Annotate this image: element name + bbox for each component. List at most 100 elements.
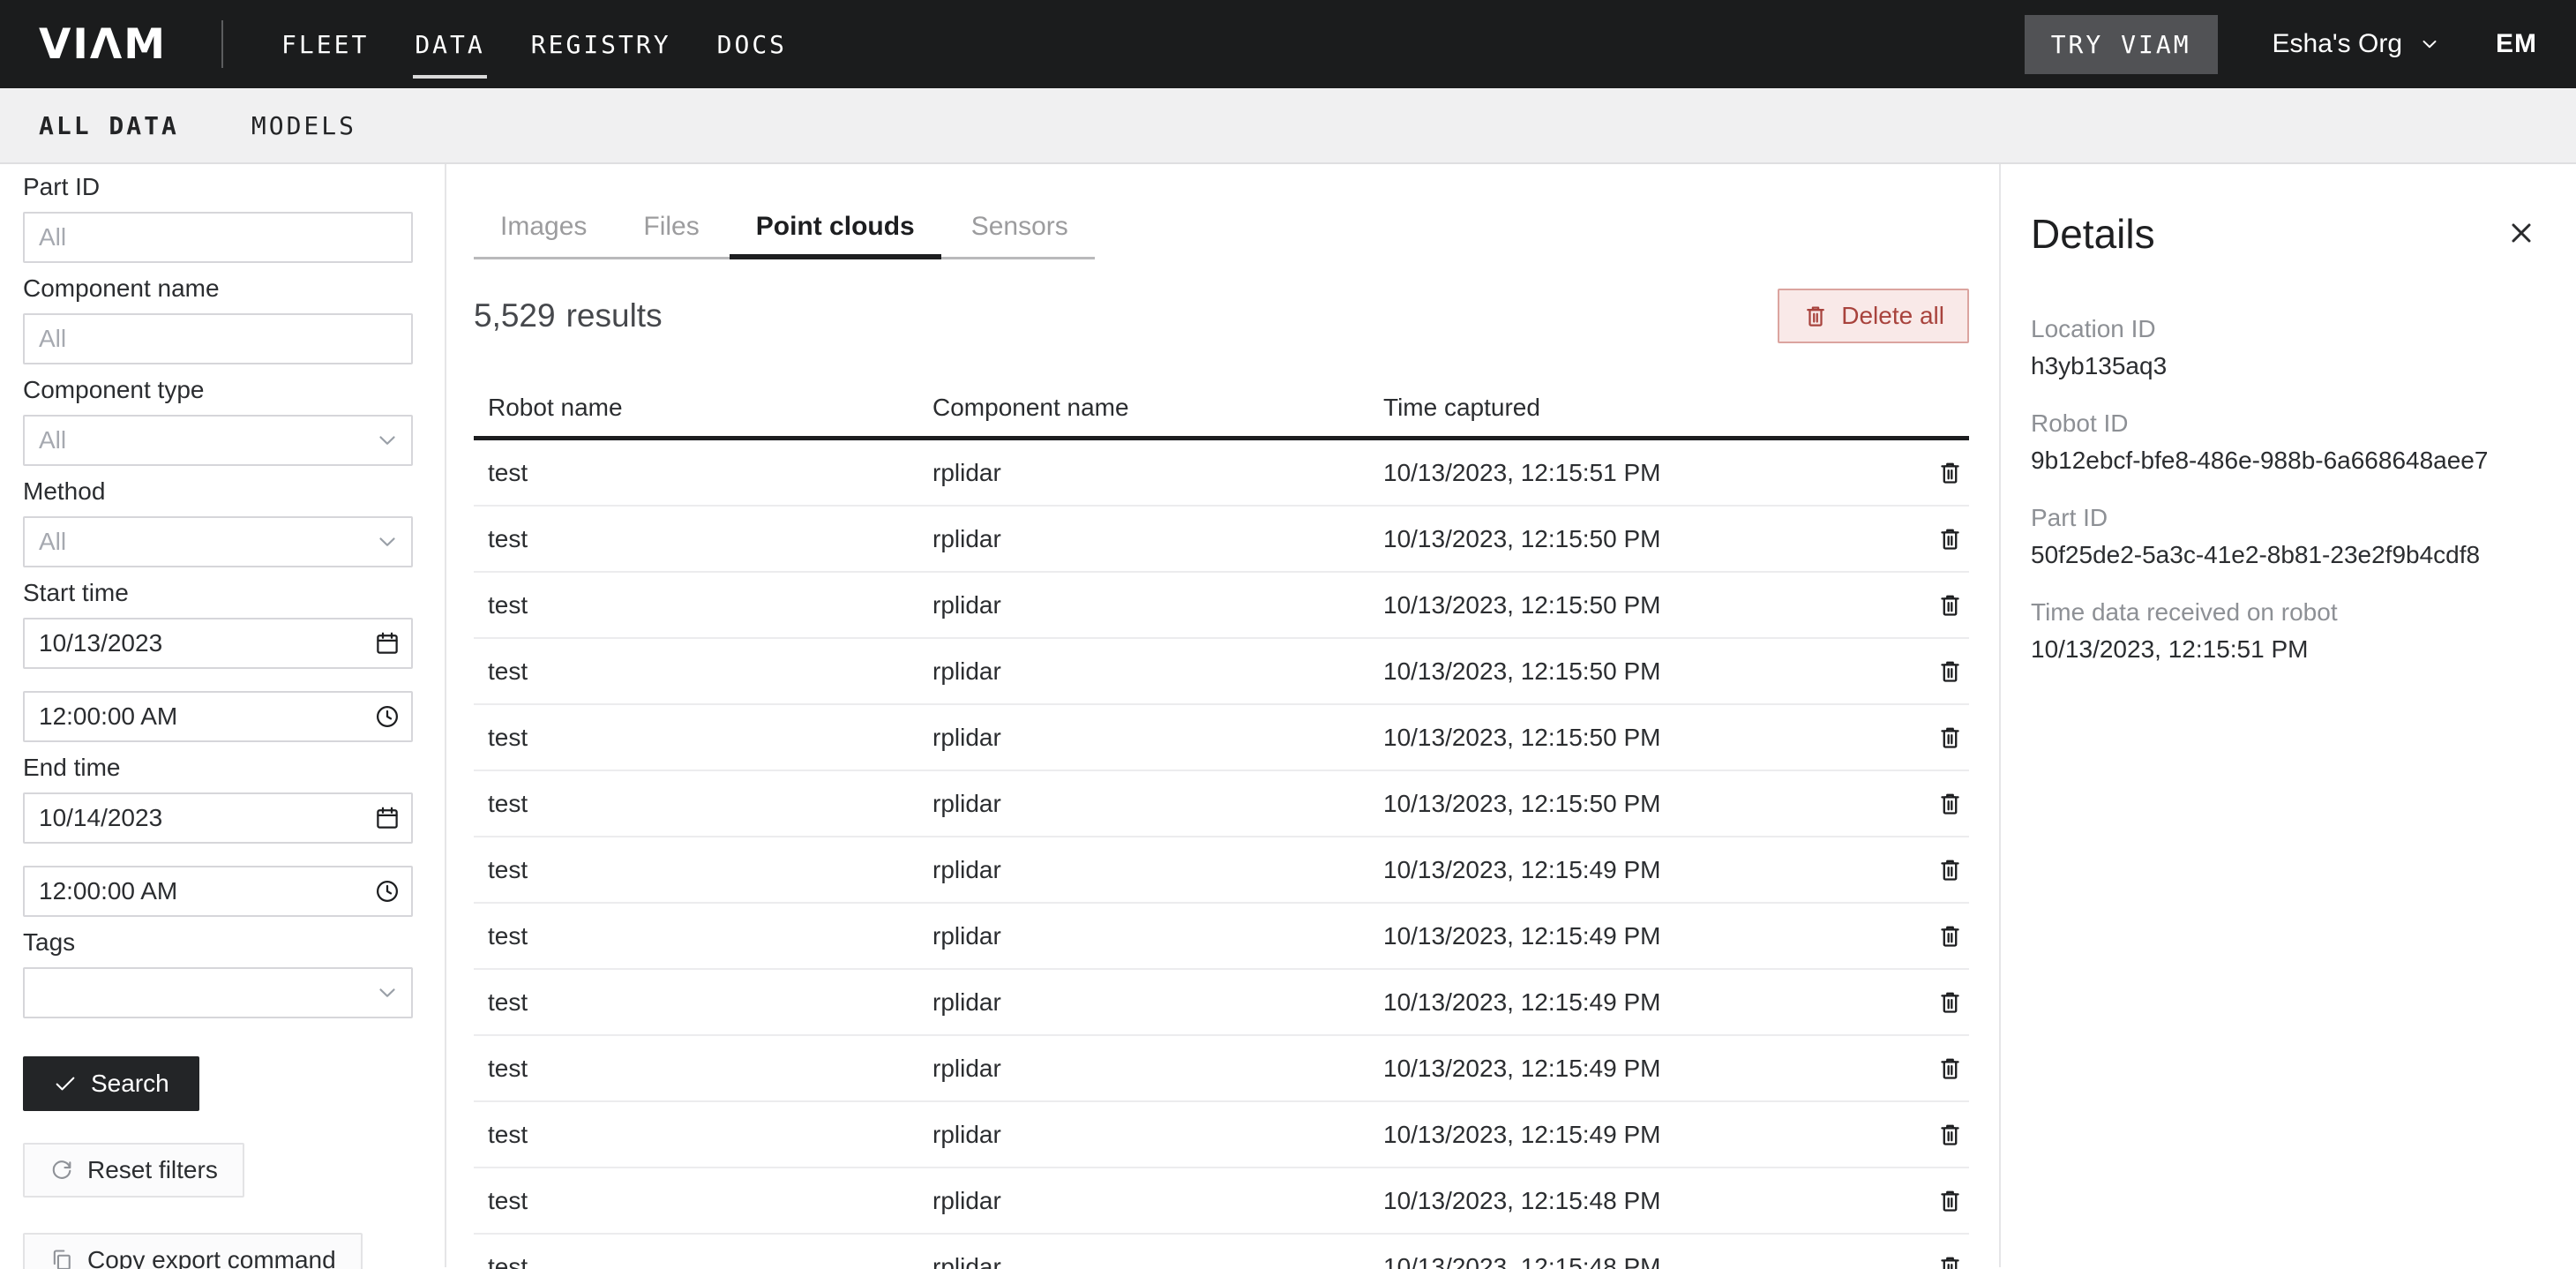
tab-sensors[interactable]: Sensors (945, 212, 1095, 257)
primary-nav: FLEET DATA REGISTRY DOCS (281, 30, 787, 59)
org-name: Esha's Org (2273, 29, 2402, 59)
method-label: Method (23, 477, 413, 506)
table-row[interactable]: test rplidar 10/13/2023, 12:15:50 PM (474, 573, 1969, 639)
cell-robot-name: test (488, 459, 932, 487)
component-name-label: Component name (23, 274, 413, 303)
delete-row-icon[interactable] (1936, 856, 1964, 883)
delete-row-icon[interactable] (1936, 1187, 1964, 1214)
detail-value: 10/13/2023, 12:15:51 PM (2031, 634, 2546, 665)
nav-item-fleet[interactable]: FLEET (281, 30, 369, 59)
tab-all-data[interactable]: ALL DATA (39, 111, 179, 140)
calendar-icon[interactable] (374, 805, 401, 831)
viam-logo[interactable]: VIΛM (39, 20, 167, 69)
table-row[interactable]: test rplidar 10/13/2023, 12:15:51 PM (474, 440, 1969, 507)
table-row[interactable]: test rplidar 10/13/2023, 12:15:49 PM (474, 970, 1969, 1036)
cell-component-name: rplidar (932, 459, 1383, 487)
cell-component-name: rplidar (932, 988, 1383, 1017)
end-time-input[interactable] (23, 866, 413, 917)
detail-time-received: Time data received on robot 10/13/2023, … (2031, 597, 2546, 665)
detail-value: 50f25de2-5a3c-41e2-8b81-23e2f9b4cdf8 (2031, 539, 2546, 571)
try-viam-button[interactable]: TRY VIAM (2025, 15, 2218, 74)
cell-robot-name: test (488, 1121, 932, 1149)
results-toolbar: 5,529 results Delete all (474, 289, 1969, 343)
tab-files[interactable]: Files (617, 212, 725, 257)
table-row[interactable]: test rplidar 10/13/2023, 12:15:49 PM (474, 1036, 1969, 1102)
delete-row-icon[interactable] (1936, 525, 1964, 552)
trash-icon (1802, 303, 1829, 329)
cell-time-captured: 10/13/2023, 12:15:49 PM (1383, 988, 1907, 1017)
close-icon (2505, 217, 2537, 249)
start-date-input[interactable] (23, 618, 413, 669)
delete-row-icon[interactable] (1936, 591, 1964, 619)
table-row[interactable]: test rplidar 10/13/2023, 12:15:49 PM (474, 837, 1969, 904)
results-label: results (566, 297, 663, 334)
clock-icon[interactable] (374, 703, 401, 730)
tab-models[interactable]: MODELS (251, 111, 356, 140)
filter-start-time: Start time (23, 579, 413, 742)
delete-all-button[interactable]: Delete all (1778, 289, 1969, 343)
point-clouds-table: Robot name Component name Time captured … (474, 370, 1969, 1269)
component-type-value: All (39, 426, 66, 454)
cell-robot-name: test (488, 1187, 932, 1215)
detail-robot-id: Robot ID 9b12ebcf-bfe8-486e-988b-6a66864… (2031, 409, 2546, 477)
method-select[interactable]: All (23, 516, 413, 567)
table-row[interactable]: test rplidar 10/13/2023, 12:15:48 PM (474, 1235, 1969, 1269)
cell-component-name: rplidar (932, 591, 1383, 619)
delete-row-icon[interactable] (1936, 1055, 1964, 1082)
nav-item-data[interactable]: DATA (415, 30, 484, 59)
cell-robot-name: test (488, 922, 932, 950)
tags-select[interactable] (23, 967, 413, 1018)
detail-label: Time data received on robot (2031, 597, 2546, 627)
col-time-captured: Time captured (1383, 394, 1907, 436)
component-type-select[interactable]: All (23, 415, 413, 466)
sub-nav: ALL DATA MODELS (0, 88, 2576, 164)
nav-item-registry[interactable]: REGISTRY (531, 30, 671, 59)
table-row[interactable]: test rplidar 10/13/2023, 12:15:49 PM (474, 904, 1969, 970)
table-row[interactable]: test rplidar 10/13/2023, 12:15:50 PM (474, 771, 1969, 837)
tab-point-clouds[interactable]: Point clouds (730, 212, 941, 257)
table-row[interactable]: test rplidar 10/13/2023, 12:15:50 PM (474, 705, 1969, 771)
nav-item-docs[interactable]: DOCS (717, 30, 787, 59)
chevron-down-icon (2418, 33, 2441, 56)
copy-export-command-button[interactable]: Copy export command (23, 1233, 363, 1269)
table-row[interactable]: test rplidar 10/13/2023, 12:15:50 PM (474, 507, 1969, 573)
delete-row-icon[interactable] (1936, 459, 1964, 486)
clock-icon[interactable] (374, 878, 401, 905)
detail-value: 9b12ebcf-bfe8-486e-988b-6a668648aee7 (2031, 445, 2546, 477)
delete-row-icon[interactable] (1936, 1121, 1964, 1148)
detail-location-id: Location ID h3yb135aq3 (2031, 314, 2546, 382)
reset-filters-button[interactable]: Reset filters (23, 1143, 244, 1198)
cell-component-name: rplidar (932, 1121, 1383, 1149)
component-name-input[interactable] (23, 313, 413, 364)
start-time-input[interactable] (23, 691, 413, 742)
cell-time-captured: 10/13/2023, 12:15:50 PM (1383, 657, 1907, 686)
cell-robot-name: test (488, 1055, 932, 1083)
delete-row-icon[interactable] (1936, 724, 1964, 751)
cell-robot-name: test (488, 988, 932, 1017)
delete-row-icon[interactable] (1936, 790, 1964, 817)
search-button[interactable]: Search (23, 1056, 199, 1111)
cell-time-captured: 10/13/2023, 12:15:49 PM (1383, 1121, 1907, 1149)
cell-time-captured: 10/13/2023, 12:15:50 PM (1383, 525, 1907, 553)
close-details-button[interactable] (2505, 217, 2537, 249)
cell-time-captured: 10/13/2023, 12:15:49 PM (1383, 1055, 1907, 1083)
delete-row-icon[interactable] (1936, 657, 1964, 685)
delete-row-icon[interactable] (1936, 1253, 1964, 1269)
table-row[interactable]: test rplidar 10/13/2023, 12:15:49 PM (474, 1102, 1969, 1168)
calendar-icon[interactable] (374, 630, 401, 657)
tab-images[interactable]: Images (474, 212, 613, 257)
end-date-input[interactable] (23, 792, 413, 844)
nav-right-group: TRY VIAM Esha's Org EM (2025, 15, 2537, 74)
cell-component-name: rplidar (932, 657, 1383, 686)
cell-robot-name: test (488, 856, 932, 884)
chevron-down-icon (374, 529, 401, 555)
table-row[interactable]: test rplidar 10/13/2023, 12:15:50 PM (474, 639, 1969, 705)
delete-row-icon[interactable] (1936, 988, 1964, 1016)
cell-time-captured: 10/13/2023, 12:15:48 PM (1383, 1187, 1907, 1215)
part-id-input[interactable] (23, 212, 413, 263)
org-selector[interactable]: Esha's Org (2273, 29, 2441, 59)
table-row[interactable]: test rplidar 10/13/2023, 12:15:48 PM (474, 1168, 1969, 1235)
top-nav: VIΛM FLEET DATA REGISTRY DOCS TRY VIAM E… (0, 0, 2576, 88)
delete-row-icon[interactable] (1936, 922, 1964, 950)
user-avatar[interactable]: EM (2496, 29, 2537, 59)
